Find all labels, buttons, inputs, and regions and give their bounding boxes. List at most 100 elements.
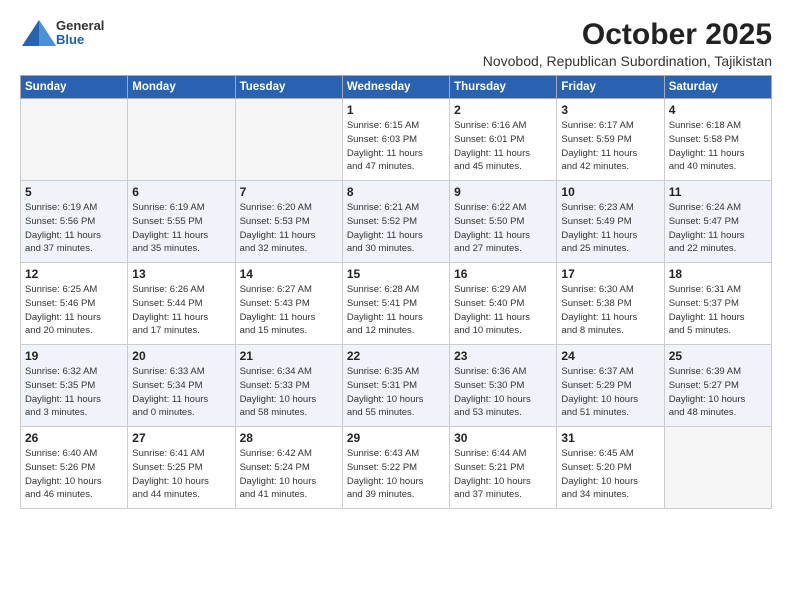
table-row: 2 Sunrise: 6:16 AMSunset: 6:01 PMDaylight…	[450, 99, 557, 181]
page: General Blue October 2025 Novobod, Repub…	[0, 0, 792, 612]
table-row: 7 Sunrise: 6:20 AMSunset: 5:53 PMDaylight…	[235, 181, 342, 263]
day-number: 29	[347, 431, 445, 445]
table-row: 14 Sunrise: 6:27 AMSunset: 5:43 PMDayligh…	[235, 263, 342, 345]
table-row: 27 Sunrise: 6:41 AMSunset: 5:25 PMDayligh…	[128, 427, 235, 509]
table-row: 9 Sunrise: 6:22 AMSunset: 5:50 PMDaylight…	[450, 181, 557, 263]
day-info: Sunrise: 6:44 AMSunset: 5:21 PMDaylight:…	[454, 447, 552, 502]
calendar-table: Sunday Monday Tuesday Wednesday Thursday…	[20, 75, 772, 509]
table-row: 10 Sunrise: 6:23 AMSunset: 5:49 PMDayligh…	[557, 181, 664, 263]
month-title: October 2025	[483, 18, 772, 51]
day-number: 8	[347, 185, 445, 199]
table-row	[235, 99, 342, 181]
logo: General Blue	[20, 18, 104, 48]
day-number: 13	[132, 267, 230, 281]
day-number: 3	[561, 103, 659, 117]
day-info: Sunrise: 6:16 AMSunset: 6:01 PMDaylight:…	[454, 119, 552, 174]
day-info: Sunrise: 6:37 AMSunset: 5:29 PMDaylight:…	[561, 365, 659, 420]
table-row: 24Sunrise: 6:37 AMSunset: 5:29 PMDayligh…	[557, 345, 664, 427]
table-row: 6Sunrise: 6:19 AMSunset: 5:55 PMDaylight…	[128, 181, 235, 263]
day-info: Sunrise: 6:25 AMSunset: 5:46 PMDaylight:…	[25, 283, 123, 338]
day-number: 19	[25, 349, 123, 363]
day-info: Sunrise: 6:24 AMSunset: 5:47 PMDaylight:…	[669, 201, 767, 256]
day-info: Sunrise: 6:36 AMSunset: 5:30 PMDaylight:…	[454, 365, 552, 420]
table-row: 26 Sunrise: 6:40 AMSunset: 5:26 PMDayligh…	[21, 427, 128, 509]
day-number: 1	[347, 103, 445, 117]
logo-text: General Blue	[56, 19, 104, 48]
table-row: 22 Sunrise: 6:35 AMSunset: 5:31 PMDayligh…	[342, 345, 449, 427]
day-number: 11	[669, 185, 767, 199]
day-info: Sunrise: 6:15 AMSunset: 6:03 PMDaylight:…	[347, 119, 445, 174]
day-number: 2	[454, 103, 552, 117]
day-info: Sunrise: 6:33 AMSunset: 5:34 PMDaylight:…	[132, 365, 230, 420]
header-friday: Friday	[557, 76, 664, 99]
table-row: 11 Sunrise: 6:24 AMSunset: 5:47 PMDayligh…	[664, 181, 771, 263]
location-title: Novobod, Republican Subordination, Tajik…	[483, 53, 772, 69]
day-info: Sunrise: 6:42 AMSunset: 5:24 PMDaylight:…	[240, 447, 338, 502]
day-info: Sunrise: 6:21 AMSunset: 5:52 PMDaylight:…	[347, 201, 445, 256]
table-row	[664, 427, 771, 509]
table-row	[21, 99, 128, 181]
day-number: 5	[25, 185, 123, 199]
header-wednesday: Wednesday	[342, 76, 449, 99]
day-number: 31	[561, 431, 659, 445]
day-info: Sunrise: 6:22 AMSunset: 5:50 PMDaylight:…	[454, 201, 552, 256]
day-number: 17	[561, 267, 659, 281]
day-number: 20	[132, 349, 230, 363]
day-number: 18	[669, 267, 767, 281]
day-number: 7	[240, 185, 338, 199]
table-row: 19 Sunrise: 6:32 AMSunset: 5:35 PMDayligh…	[21, 345, 128, 427]
day-info: Sunrise: 6:23 AMSunset: 5:49 PMDaylight:…	[561, 201, 659, 256]
header: General Blue October 2025 Novobod, Repub…	[20, 18, 772, 69]
table-row: 13 Sunrise: 6:26 AMSunset: 5:44 PMDayligh…	[128, 263, 235, 345]
logo-icon	[20, 18, 52, 46]
table-row: 20 Sunrise: 6:33 AMSunset: 5:34 PMDayligh…	[128, 345, 235, 427]
day-number: 15	[347, 267, 445, 281]
day-number: 6	[132, 185, 230, 199]
logo-blue: Blue	[56, 33, 104, 47]
day-info: Sunrise: 6:32 AMSunset: 5:35 PMDaylight:…	[25, 365, 123, 420]
header-tuesday: Tuesday	[235, 76, 342, 99]
day-info: Sunrise: 6:18 AMSunset: 5:58 PMDaylight:…	[669, 119, 767, 174]
header-thursday: Thursday	[450, 76, 557, 99]
header-sunday: Sunday	[21, 76, 128, 99]
table-row: 31 Sunrise: 6:45 AMSunset: 5:20 PMDayligh…	[557, 427, 664, 509]
table-row	[128, 99, 235, 181]
table-row: 4 Sunrise: 6:18 AMSunset: 5:58 PMDaylight…	[664, 99, 771, 181]
day-number: 28	[240, 431, 338, 445]
day-number: 16	[454, 267, 552, 281]
day-info: Sunrise: 6:40 AMSunset: 5:26 PMDaylight:…	[25, 447, 123, 502]
day-number: 9	[454, 185, 552, 199]
day-number: 25	[669, 349, 767, 363]
table-row: 5 Sunrise: 6:19 AMSunset: 5:56 PMDaylight…	[21, 181, 128, 263]
table-row: 8 Sunrise: 6:21 AMSunset: 5:52 PMDaylight…	[342, 181, 449, 263]
day-number: 4	[669, 103, 767, 117]
logo-general: General	[56, 19, 104, 33]
day-info: Sunrise: 6:45 AMSunset: 5:20 PMDaylight:…	[561, 447, 659, 502]
day-info: Sunrise: 6:41 AMSunset: 5:25 PMDaylight:…	[132, 447, 230, 502]
day-info: Sunrise: 6:19 AMSunset: 5:56 PMDaylight:…	[25, 201, 123, 256]
day-number: 14	[240, 267, 338, 281]
title-block: October 2025 Novobod, Republican Subordi…	[483, 18, 772, 69]
table-row: 23Sunrise: 6:36 AMSunset: 5:30 PMDayligh…	[450, 345, 557, 427]
calendar-week-row: 1 Sunrise: 6:15 AMSunset: 6:03 PMDaylight…	[21, 99, 772, 181]
day-info: Sunrise: 6:35 AMSunset: 5:31 PMDaylight:…	[347, 365, 445, 420]
day-number: 26	[25, 431, 123, 445]
day-number: 27	[132, 431, 230, 445]
day-number: 10	[561, 185, 659, 199]
calendar-header-row: Sunday Monday Tuesday Wednesday Thursday…	[21, 76, 772, 99]
header-saturday: Saturday	[664, 76, 771, 99]
day-info: Sunrise: 6:26 AMSunset: 5:44 PMDaylight:…	[132, 283, 230, 338]
day-info: Sunrise: 6:30 AMSunset: 5:38 PMDaylight:…	[561, 283, 659, 338]
day-number: 21	[240, 349, 338, 363]
day-info: Sunrise: 6:20 AMSunset: 5:53 PMDaylight:…	[240, 201, 338, 256]
table-row: 16Sunrise: 6:29 AMSunset: 5:40 PMDayligh…	[450, 263, 557, 345]
day-info: Sunrise: 6:27 AMSunset: 5:43 PMDaylight:…	[240, 283, 338, 338]
day-info: Sunrise: 6:43 AMSunset: 5:22 PMDaylight:…	[347, 447, 445, 502]
table-row: 1 Sunrise: 6:15 AMSunset: 6:03 PMDaylight…	[342, 99, 449, 181]
day-number: 22	[347, 349, 445, 363]
table-row: 17 Sunrise: 6:30 AMSunset: 5:38 PMDayligh…	[557, 263, 664, 345]
calendar-week-row: 19 Sunrise: 6:32 AMSunset: 5:35 PMDayligh…	[21, 345, 772, 427]
table-row: 28 Sunrise: 6:42 AMSunset: 5:24 PMDayligh…	[235, 427, 342, 509]
table-row: 3Sunrise: 6:17 AMSunset: 5:59 PMDaylight…	[557, 99, 664, 181]
calendar-week-row: 5 Sunrise: 6:19 AMSunset: 5:56 PMDaylight…	[21, 181, 772, 263]
